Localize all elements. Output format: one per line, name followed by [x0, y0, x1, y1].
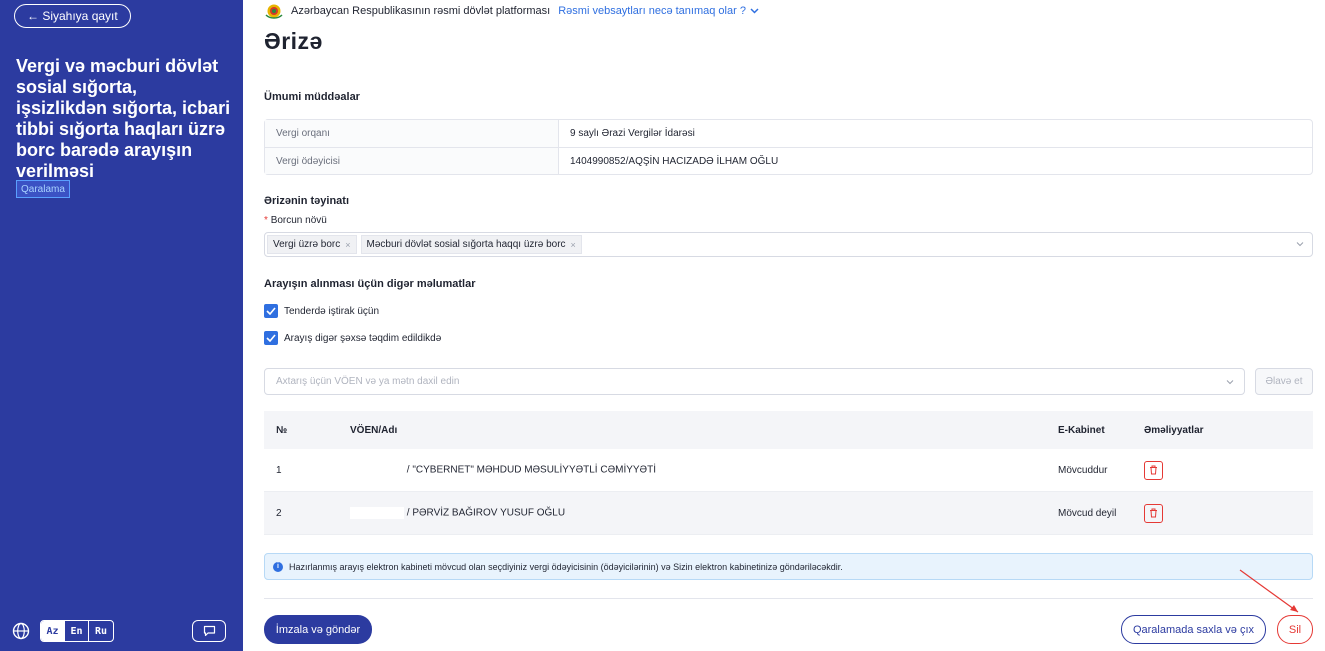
search-placeholder: Axtarış üçün VÖEN və ya mətn daxil edin [276, 376, 460, 387]
row-ekabinet: Mövcuddur [1058, 464, 1108, 476]
main-content: Azərbaycan Respublikasının rəsmi dövlət … [243, 0, 1325, 651]
info-alert-text: Hazırlanmış arayış elektron kabineti möv… [289, 561, 843, 572]
globe-icon[interactable] [12, 622, 30, 640]
language-switcher: Az En Ru [40, 620, 114, 642]
checkbox-tender[interactable]: Tenderdə iştirak üçün [264, 304, 379, 318]
checkbox-checked-icon[interactable] [264, 304, 278, 318]
tag-remove-icon[interactable]: × [571, 240, 576, 250]
checkbox-label: Arayış digər şəxsə təqdim edildikdə [284, 332, 442, 344]
row-name-text: / PƏRVİZ BAĞIROV YUSUF OĞLU [406, 507, 566, 519]
delete-row-button[interactable] [1144, 460, 1163, 480]
info-row-taxpayer: Vergi ödəyicisi 1404990852/AQŞİN HACIZAD… [265, 147, 1312, 174]
row-number: 1 [276, 464, 282, 476]
trash-icon [1150, 465, 1157, 475]
add-button[interactable]: Əlavə et [1255, 368, 1313, 395]
table-row: 1 / "CYBERNET" MƏHDUD MƏSULİYYƏTLİ CƏMİY… [264, 449, 1313, 492]
debt-type-label-text: Borcun növü [270, 215, 327, 226]
general-section-title: Ümumi müddəalar [264, 91, 360, 103]
info-value: 9 saylı Ərazi Vergilər İdarəsi [570, 128, 695, 139]
table-header: № VÖEN/Adı E-Kabinet Əməliyyatlar [264, 411, 1313, 449]
general-info-table: Vergi orqanı 9 saylı Ərazi Vergilər İdar… [264, 119, 1313, 175]
service-title: Vergi və məcburi dövlət sosial sığorta, … [16, 56, 231, 181]
sidebar-footer: Az En Ru [12, 620, 230, 642]
chevron-down-icon [1296, 242, 1304, 247]
lang-ru[interactable]: Ru [89, 621, 113, 641]
delete-row-button[interactable] [1144, 503, 1163, 523]
chat-button[interactable] [192, 620, 226, 642]
checkbox-checked-icon[interactable] [264, 331, 278, 345]
info-value: 1404990852/AQŞİN HACIZADƏ İLHAM OĞLU [570, 155, 779, 167]
tag-label: Vergi üzrə borc [273, 239, 341, 250]
tag-social-insurance-debt: Məcburi dövlət sosial sığorta haqqı üzrə… [360, 235, 582, 254]
row-actions [1144, 503, 1313, 523]
row-number: 2 [276, 507, 282, 519]
back-to-list-button[interactable]: ← Siyahıya qayıt [14, 4, 131, 28]
status-badge: Qaralama [16, 180, 70, 198]
tag-remove-icon[interactable]: × [345, 240, 350, 250]
how-to-recognize-link[interactable]: Rəsmi vebsaytları necə tanımaq olar ? [558, 5, 759, 17]
col-name: VÖEN/Adı [350, 424, 398, 436]
annotation-arrow-icon [1239, 569, 1299, 613]
gov-banner: Azərbaycan Respublikasının rəsmi dövlət … [265, 2, 759, 20]
lang-en[interactable]: En [65, 621, 89, 641]
delete-button[interactable]: Sil [1277, 615, 1313, 644]
checkbox-label: Tenderdə iştirak üçün [284, 305, 380, 317]
row-name: / PƏRVİZ BAĞIROV YUSUF OĞLU [350, 507, 1058, 519]
trash-icon [1150, 508, 1157, 518]
col-actions: Əməliyyatlar [1144, 424, 1204, 436]
redacted-tin [350, 464, 404, 476]
taxpayers-table: № VÖEN/Adı E-Kabinet Əməliyyatlar 1 / "C… [264, 411, 1313, 535]
col-number: № [276, 424, 288, 436]
chevron-down-icon [750, 8, 759, 14]
lang-az[interactable]: Az [41, 621, 65, 641]
debt-type-label: * Borcun növü [264, 215, 327, 226]
info-row-tax-authority: Vergi orqanı 9 saylı Ərazi Vergilər İdar… [265, 120, 1312, 147]
info-label: Vergi ödəyicisi [265, 148, 559, 174]
row-name: / "CYBERNET" MƏHDUD MƏSULİYYƏTLİ CƏMİYYƏ… [350, 464, 1058, 476]
row-ekabinet: Mövcud deyil [1058, 507, 1117, 519]
info-alert: i Hazırlanmış arayış elektron kabineti m… [264, 553, 1313, 580]
required-mark: * [264, 215, 268, 226]
sign-and-send-button[interactable]: İmzala və göndər [264, 615, 372, 644]
chevron-down-icon [1226, 380, 1234, 385]
how-to-recognize-label: Rəsmi vebsaytları necə tanımaq olar ? [558, 5, 746, 17]
taxpayer-search-input[interactable]: Axtarış üçün VÖEN və ya mətn daxil edin [264, 368, 1245, 395]
row-name-text: / "CYBERNET" MƏHDUD MƏSULİYYƏTLİ CƏMİYYƏ… [406, 464, 656, 476]
chat-icon [203, 625, 215, 637]
save-draft-button[interactable]: Qaralamada saxla və çıx [1121, 615, 1266, 644]
page-title: Ərizə [264, 28, 323, 54]
table-row: 2 / PƏRVİZ BAĞIROV YUSUF OĞLU Mövcud dey… [264, 492, 1313, 535]
debt-type-select[interactable]: Vergi üzrə borc × Məcburi dövlət sosial … [264, 232, 1313, 257]
purpose-section-title: Ərizənin təyinatı [264, 195, 350, 207]
checkbox-other-person[interactable]: Arayış digər şəxsə təqdim edildikdə [264, 331, 441, 345]
info-label: Vergi orqanı [265, 120, 559, 147]
tag-label: Məcburi dövlət sosial sığorta haqqı üzrə… [366, 239, 566, 250]
col-ekabinet: E-Kabinet [1058, 424, 1105, 436]
info-icon: i [273, 561, 283, 572]
other-info-section-title: Arayışın alınması üçün digər məlumatlar [264, 278, 476, 290]
state-emblem-icon [265, 4, 283, 19]
official-platform-text: Azərbaycan Respublikasının rəsmi dövlət … [291, 5, 551, 17]
redacted-tin [350, 507, 404, 519]
tag-tax-debt: Vergi üzrə borc × [267, 235, 357, 254]
footer-divider [264, 598, 1313, 599]
sidebar: ← Siyahıya qayıt Vergi və məcburi dövlət… [0, 0, 243, 651]
row-actions [1144, 460, 1313, 480]
